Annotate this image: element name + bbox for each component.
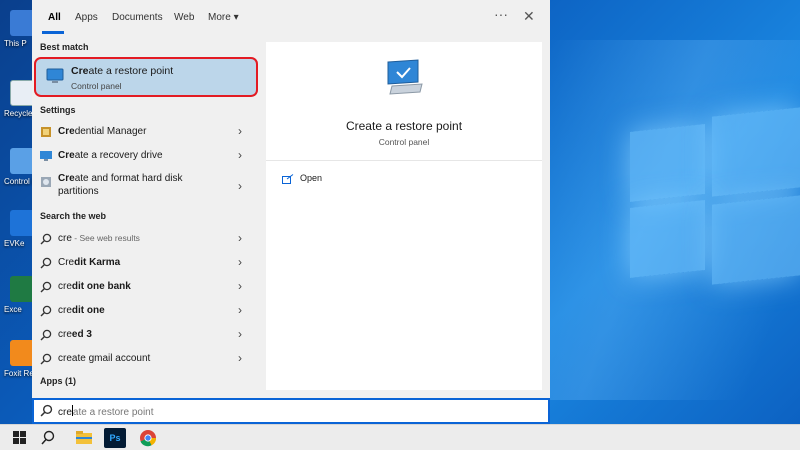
web-result-3[interactable]: credit one › xyxy=(32,299,259,323)
best-match-title: Create a restore point xyxy=(71,65,174,77)
tab-documents[interactable]: Documents xyxy=(112,12,163,23)
result-label: Create and format hard disk partitions xyxy=(58,173,183,197)
preview-divider xyxy=(266,160,542,161)
result-label: create gmail account xyxy=(58,353,151,364)
web-result-4[interactable]: creed 3 › xyxy=(32,323,259,347)
result-label: cre - See web results xyxy=(58,233,140,244)
search-typed-text: cre xyxy=(58,407,72,418)
open-action[interactable]: Open xyxy=(282,172,402,188)
tab-all[interactable]: All xyxy=(48,12,61,23)
search-filter-tabs: All Apps Documents Web More ▾ ··· ✕ xyxy=(32,0,550,34)
chevron-right-icon[interactable]: › xyxy=(238,179,242,193)
section-header-search-web: Search the web xyxy=(40,211,107,221)
web-result-5[interactable]: create gmail account › xyxy=(32,347,259,371)
tab-more[interactable]: More ▾ xyxy=(208,12,239,23)
result-label: Create a recovery drive xyxy=(58,150,163,161)
search-box[interactable]: create a restore point xyxy=(32,398,550,424)
settings-item-disk-partitions[interactable]: Create and format hard disk partitions › xyxy=(32,172,259,200)
open-icon xyxy=(282,174,294,184)
search-icon xyxy=(40,305,52,317)
chevron-right-icon[interactable]: › xyxy=(238,351,242,365)
photoshop-icon[interactable]: Ps xyxy=(104,428,126,448)
web-result-2[interactable]: credit one bank › xyxy=(32,275,259,299)
disk-partition-icon xyxy=(41,177,51,187)
search-icon xyxy=(40,329,52,341)
windows-logo-wallpaper xyxy=(630,100,800,285)
chevron-right-icon[interactable]: › xyxy=(238,255,242,269)
windows-start-icon[interactable] xyxy=(9,428,31,448)
chevron-right-icon[interactable]: › xyxy=(238,148,242,162)
results-list: Best match Create a restore point Contro… xyxy=(32,34,259,398)
best-match-subtitle: Control panel xyxy=(71,81,122,91)
best-match-result[interactable]: Create a restore point Control panel xyxy=(34,57,258,97)
web-result-0[interactable]: cre - See web results › xyxy=(32,227,259,251)
chevron-right-icon[interactable]: › xyxy=(238,303,242,317)
result-label: Credential Manager xyxy=(58,126,147,137)
search-input[interactable]: create a restore point xyxy=(58,405,154,418)
search-icon xyxy=(40,404,53,417)
chevron-down-icon: ▾ xyxy=(233,12,239,23)
preview-title: Create a restore point xyxy=(345,119,463,133)
result-label: credit one xyxy=(58,305,105,316)
web-result-1[interactable]: Credit Karma › xyxy=(32,251,259,275)
preview-pane: Create a restore point Control panel Ope… xyxy=(259,34,550,398)
credential-manager-icon xyxy=(41,127,51,137)
tab-more-label: More xyxy=(208,12,231,23)
section-header-best-match: Best match xyxy=(40,42,89,52)
preview-card: Create a restore point Control panel Ope… xyxy=(266,42,542,390)
chevron-right-icon[interactable]: › xyxy=(238,231,242,245)
search-icon xyxy=(40,257,52,269)
search-icon xyxy=(40,281,52,293)
tab-web[interactable]: Web xyxy=(174,12,194,23)
settings-item-recovery-drive[interactable]: Create a recovery drive › xyxy=(32,144,259,168)
start-search-panel: All Apps Documents Web More ▾ ··· ✕ Best… xyxy=(32,0,550,398)
more-options-button[interactable]: ··· xyxy=(494,6,508,22)
search-icon xyxy=(40,233,52,245)
restore-point-icon xyxy=(46,68,64,83)
chevron-right-icon[interactable]: › xyxy=(238,327,242,341)
restore-point-large-icon xyxy=(387,59,423,95)
close-button[interactable]: ✕ xyxy=(523,8,535,25)
result-label: credit one bank xyxy=(58,281,131,292)
open-label: Open xyxy=(300,173,323,183)
recovery-drive-icon xyxy=(40,151,52,161)
search-autocomplete: ate a restore point xyxy=(72,407,154,418)
tab-apps[interactable]: Apps xyxy=(75,12,98,23)
search-icon xyxy=(40,353,52,365)
taskbar: Ps xyxy=(0,424,800,450)
result-label: creed 3 xyxy=(58,329,92,340)
section-header-apps: Apps (1) xyxy=(40,376,76,386)
result-label: Credit Karma xyxy=(58,257,121,268)
file-explorer-icon[interactable] xyxy=(73,428,95,448)
chrome-icon[interactable] xyxy=(137,428,159,448)
chevron-right-icon[interactable]: › xyxy=(238,124,242,138)
preview-subtitle: Control panel xyxy=(378,137,430,147)
search-icon[interactable] xyxy=(37,428,59,448)
settings-item-credential-manager[interactable]: Credential Manager › xyxy=(32,120,259,144)
chevron-right-icon[interactable]: › xyxy=(238,279,242,293)
section-header-settings: Settings xyxy=(40,105,76,115)
